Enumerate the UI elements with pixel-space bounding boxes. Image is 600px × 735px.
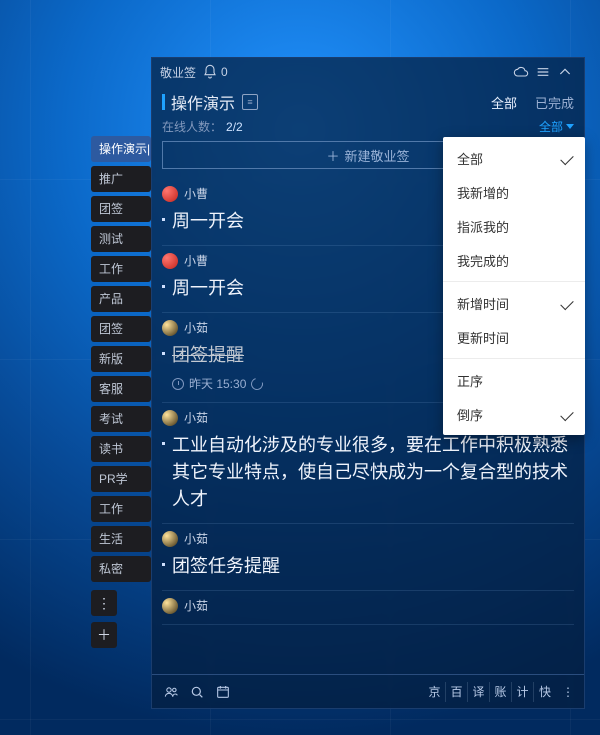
app-name-label: 敬业签	[160, 64, 196, 81]
online-label: 在线人数：	[162, 118, 222, 135]
repeat-icon	[249, 375, 265, 391]
sidebar-tags: 操作演示|推广团签测试工作产品团签新版客服考试读书PR学工作生活私密	[91, 136, 151, 586]
footer-shortcut[interactable]: 账	[490, 682, 512, 702]
dropdown-item-label: 全部	[457, 149, 483, 168]
tab-done[interactable]: 已完成	[535, 93, 574, 112]
dropdown-item-label: 我完成的	[457, 251, 509, 270]
avatar	[162, 531, 178, 547]
dropdown-item[interactable]: 我完成的	[443, 243, 585, 277]
sidebar-more-button[interactable]: ⋮	[91, 590, 117, 616]
avatar	[162, 186, 178, 202]
sidebar-bottom-buttons: ⋮ ＋	[91, 590, 151, 654]
avatar	[162, 410, 178, 426]
new-note-label: 新建敬业签	[345, 146, 410, 165]
footer-shortcut[interactable]: 译	[468, 682, 490, 702]
note-author: 小茹	[162, 597, 574, 614]
dropdown-item-label: 我新增的	[457, 183, 509, 202]
note-time: 昨天 15:30	[189, 375, 246, 392]
note-content: 团签任务提醒	[162, 553, 574, 580]
author-name: 小曹	[184, 252, 208, 269]
dropdown-separator	[443, 281, 585, 282]
check-icon	[560, 296, 573, 309]
note-item[interactable]: 小茹	[162, 591, 574, 625]
cloud-sync-icon[interactable]	[510, 61, 532, 83]
dropdown-item[interactable]: 倒序	[443, 397, 585, 431]
dropdown-item-label: 倒序	[457, 405, 483, 424]
filter-dropdown-trigger[interactable]: 全部	[539, 118, 574, 135]
notification-count: 0	[221, 65, 228, 79]
note-author: 小茹	[162, 530, 574, 547]
dropdown-item[interactable]: 我新增的	[443, 175, 585, 209]
header-tabs: 全部 已完成	[491, 93, 574, 112]
note-item[interactable]: 小茹团签任务提醒	[162, 524, 574, 591]
check-icon	[560, 151, 573, 164]
filter-dropdown-menu: 全部我新增的指派我的我完成的新增时间更新时间正序倒序	[443, 137, 585, 435]
note-content: 工业自动化涉及的专业很多，要在工作中积极熟悉其它专业特点，使自己尽快成为一个复合…	[162, 432, 574, 513]
members-icon[interactable]	[160, 681, 182, 703]
check-icon	[560, 407, 573, 420]
menu-icon[interactable]	[532, 61, 554, 83]
dropdown-item-label: 更新时间	[457, 328, 509, 347]
sidebar-tag[interactable]: 工作	[91, 496, 151, 522]
dropdown-separator	[443, 358, 585, 359]
bell-icon	[202, 64, 218, 80]
chevron-down-icon	[566, 124, 574, 129]
author-name: 小曹	[184, 185, 208, 202]
author-name: 小茹	[184, 409, 208, 426]
sidebar-tag[interactable]: PR学	[91, 466, 151, 492]
sidebar-tag[interactable]: 考试	[91, 406, 151, 432]
dropdown-item[interactable]: 指派我的	[443, 209, 585, 243]
footer-shortcut[interactable]: 京	[424, 682, 446, 702]
author-name: 小茹	[184, 319, 208, 336]
footer-shortcut[interactable]: 快	[534, 682, 556, 702]
titlebar: 敬业签 0	[152, 58, 584, 86]
dropdown-item[interactable]: 全部	[443, 141, 585, 175]
sidebar-tag[interactable]: 客服	[91, 376, 151, 402]
tab-all[interactable]: 全部	[491, 93, 517, 112]
collapse-icon[interactable]	[554, 61, 576, 83]
author-name: 小茹	[184, 530, 208, 547]
dropdown-item-label: 指派我的	[457, 217, 509, 236]
note-icon[interactable]: ≡	[242, 94, 258, 110]
sidebar-tag[interactable]: 私密	[91, 556, 151, 582]
search-icon[interactable]	[186, 681, 208, 703]
plus-icon: ＋	[326, 146, 339, 165]
dropdown-item-label: 新增时间	[457, 294, 509, 313]
notification-bell[interactable]: 0	[202, 64, 228, 80]
filter-label: 全部	[539, 118, 563, 135]
sidebar-tag[interactable]: 操作演示|	[91, 136, 151, 162]
footer-toolbar: 京百译账计快 ⋮	[152, 674, 584, 708]
footer-more-button[interactable]: ⋮	[560, 685, 576, 699]
footer-shortcut[interactable]: 百	[446, 682, 468, 702]
dropdown-item[interactable]: 正序	[443, 363, 585, 397]
footer-shortcut[interactable]: 计	[512, 682, 534, 702]
sidebar-tag[interactable]: 读书	[91, 436, 151, 462]
dropdown-item[interactable]: 新增时间	[443, 286, 585, 320]
header: 操作演示 ≡ 全部 已完成	[152, 86, 584, 116]
avatar	[162, 598, 178, 614]
accent-bar	[162, 94, 165, 110]
online-count: 2/2	[226, 120, 243, 134]
sidebar-tag[interactable]: 推广	[91, 166, 151, 192]
sidebar-tag[interactable]: 测试	[91, 226, 151, 252]
avatar	[162, 253, 178, 269]
sidebar-tag[interactable]: 团签	[91, 196, 151, 222]
page-title: 操作演示	[171, 90, 235, 114]
sidebar-tag[interactable]: 产品	[91, 286, 151, 312]
sidebar-tag[interactable]: 团签	[91, 316, 151, 342]
sidebar-add-button[interactable]: ＋	[91, 622, 117, 648]
sidebar-tag[interactable]: 工作	[91, 256, 151, 282]
author-name: 小茹	[184, 597, 208, 614]
calendar-icon[interactable]	[212, 681, 234, 703]
dropdown-item[interactable]: 更新时间	[443, 320, 585, 354]
sidebar-tag[interactable]: 生活	[91, 526, 151, 552]
avatar	[162, 320, 178, 336]
sidebar-tag[interactable]: 新版	[91, 346, 151, 372]
clock-icon	[172, 378, 184, 390]
dropdown-item-label: 正序	[457, 371, 483, 390]
